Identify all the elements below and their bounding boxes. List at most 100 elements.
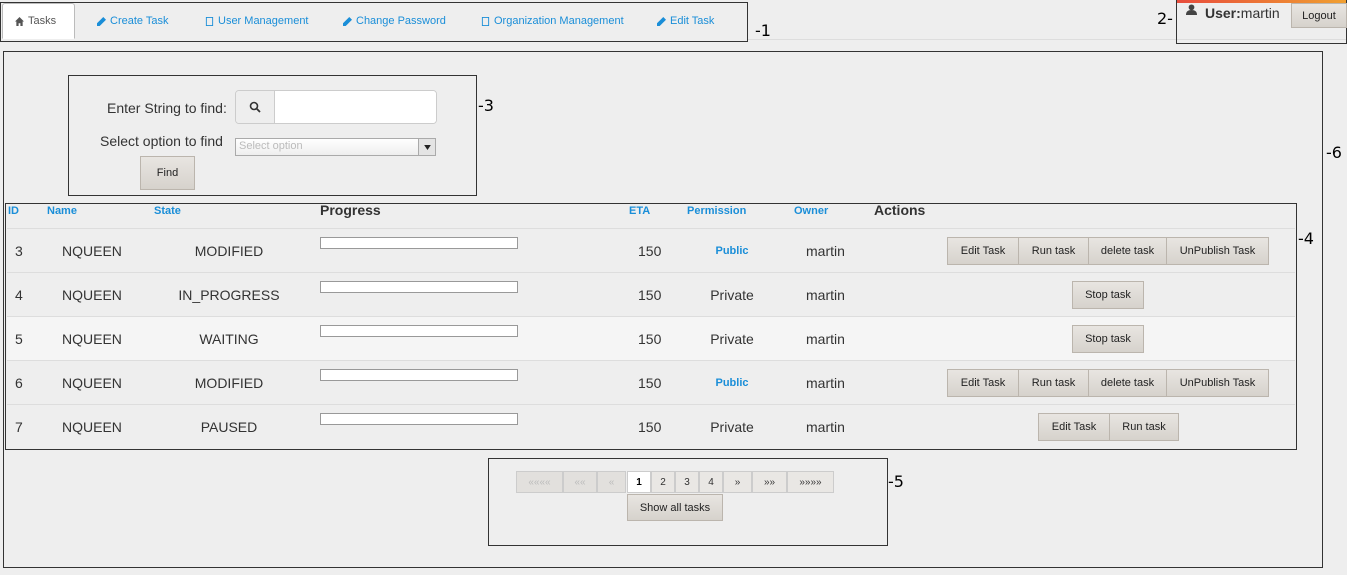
- cell-name: NQUEEN: [62, 242, 122, 259]
- cell-permission: Public: [715, 376, 749, 389]
- cell-id: 5: [15, 330, 23, 347]
- book-icon: [481, 16, 490, 26]
- cell-id: 3: [15, 242, 23, 259]
- search-addon: [236, 91, 275, 123]
- col-header-state[interactable]: State: [154, 205, 181, 217]
- edit-task-button[interactable]: Edit Task: [1038, 413, 1110, 441]
- progress-bar: [320, 281, 518, 293]
- page-last-button[interactable]: »»»»: [787, 471, 834, 493]
- tab-edit-task[interactable]: Edit Task: [657, 5, 714, 37]
- cell-owner: martin: [806, 374, 845, 391]
- cell-eta: 150: [638, 374, 662, 391]
- run-task-button[interactable]: Run task: [1018, 237, 1089, 265]
- search-input[interactable]: [275, 91, 436, 123]
- edit-task-button[interactable]: Edit Task: [947, 237, 1019, 265]
- show-all-tasks-button[interactable]: Show all tasks: [627, 494, 723, 521]
- cell-state: IN_PROGRESS: [178, 286, 280, 303]
- cell-eta: 150: [638, 418, 662, 435]
- col-header-owner[interactable]: Owner: [794, 205, 828, 217]
- col-header-actions: Actions: [874, 202, 926, 218]
- tab-user-management[interactable]: User Management: [205, 5, 309, 37]
- tab-tasks-label: Tasks: [28, 15, 57, 27]
- cell-permission: Private: [710, 330, 754, 347]
- cell-permission: Private: [710, 286, 754, 303]
- tab-create-task[interactable]: Create Task: [97, 5, 169, 37]
- user-icon: [1186, 4, 1197, 15]
- cell-eta: 150: [638, 242, 662, 259]
- page-next-far-button[interactable]: »»: [752, 471, 787, 493]
- table-row: 7 NQUEEN PAUSED 150 Private martin Edit …: [7, 404, 1295, 448]
- run-task-button[interactable]: Run task: [1109, 413, 1179, 441]
- callout-2: 2-: [1157, 9, 1173, 28]
- select-arrow: [418, 139, 435, 155]
- cell-owner: martin: [806, 242, 845, 259]
- search-string-label: Enter String to find:: [107, 100, 227, 116]
- edit-task-button[interactable]: Edit Task: [947, 369, 1019, 397]
- chevron-down-icon: [423, 144, 431, 150]
- search-icon: [249, 101, 261, 113]
- cell-id: 7: [15, 418, 23, 435]
- col-header-eta[interactable]: ETA: [629, 205, 650, 217]
- page-prev-far-button[interactable]: ««: [563, 471, 597, 493]
- delete-task-button[interactable]: delete task: [1088, 369, 1167, 397]
- user-name: martin: [1240, 5, 1280, 21]
- find-button[interactable]: Find: [140, 156, 195, 190]
- cell-state: WAITING: [199, 330, 259, 347]
- col-header-name[interactable]: Name: [47, 205, 77, 217]
- cell-id: 4: [15, 286, 23, 303]
- col-header-permission[interactable]: Permission: [687, 205, 746, 217]
- tab-change-password[interactable]: Change Password: [343, 5, 446, 37]
- user-label: User:martin: [1205, 5, 1280, 21]
- stop-task-button[interactable]: Stop task: [1072, 325, 1144, 353]
- home-icon: [15, 16, 24, 26]
- tab-organization-management-label: Organization Management: [494, 15, 624, 27]
- table-row: 6 NQUEEN MODIFIED 150 Public martin Edit…: [7, 360, 1295, 404]
- tab-create-task-label: Create Task: [110, 15, 169, 27]
- page-prev-button[interactable]: «: [597, 471, 626, 493]
- callout-4: -4: [1298, 229, 1314, 248]
- tab-user-management-label: User Management: [218, 15, 309, 27]
- page-1-button[interactable]: 1: [627, 471, 651, 493]
- tab-organization-management[interactable]: Organization Management: [481, 5, 624, 37]
- cell-permission: Private: [710, 418, 754, 435]
- cell-id: 6: [15, 374, 23, 391]
- callout-3: -3: [478, 96, 494, 115]
- cell-eta: 150: [638, 330, 662, 347]
- option-select-value: Select option: [239, 140, 303, 152]
- cell-owner: martin: [806, 286, 845, 303]
- col-header-id[interactable]: ID: [8, 205, 19, 217]
- page-3-button[interactable]: 3: [675, 471, 699, 493]
- cell-owner: martin: [806, 330, 845, 347]
- delete-task-button[interactable]: delete task: [1088, 237, 1167, 265]
- tab-tasks[interactable]: Tasks: [2, 3, 75, 39]
- tab-edit-task-label: Edit Task: [670, 15, 715, 27]
- unpublish-task-button[interactable]: UnPublish Task: [1166, 237, 1269, 265]
- progress-bar: [320, 325, 518, 337]
- unpublish-task-button[interactable]: UnPublish Task: [1166, 369, 1269, 397]
- page-4-button[interactable]: 4: [699, 471, 723, 493]
- cell-state: MODIFIED: [194, 242, 264, 259]
- table-row: 5 NQUEEN WAITING 150 Private martin Stop…: [7, 316, 1295, 360]
- logout-button[interactable]: Logout: [1291, 3, 1347, 28]
- page-first-button[interactable]: ««««: [516, 471, 563, 493]
- user-prefix: User:: [1205, 5, 1241, 21]
- run-task-button[interactable]: Run task: [1018, 369, 1089, 397]
- page-next-button[interactable]: »: [723, 471, 752, 493]
- book-icon: [205, 16, 214, 26]
- callout-5: -5: [888, 472, 904, 491]
- progress-bar: [320, 413, 518, 425]
- stop-task-button[interactable]: Stop task: [1072, 281, 1144, 309]
- cell-eta: 150: [638, 286, 662, 303]
- page-2-button[interactable]: 2: [651, 471, 675, 493]
- table-row: 4 NQUEEN IN_PROGRESS 150 Private martin …: [7, 272, 1295, 316]
- pencil-icon: [343, 16, 352, 26]
- cell-name: NQUEEN: [62, 418, 122, 435]
- cell-owner: martin: [806, 418, 845, 435]
- option-select[interactable]: Select option: [235, 138, 436, 156]
- cell-permission: Public: [715, 244, 749, 257]
- cell-name: NQUEEN: [62, 286, 122, 303]
- search-input-group: [235, 90, 437, 124]
- col-header-progress: Progress: [320, 202, 381, 218]
- cell-name: NQUEEN: [62, 374, 122, 391]
- table-row: 3 NQUEEN MODIFIED 150 Public martin Edit…: [7, 228, 1295, 272]
